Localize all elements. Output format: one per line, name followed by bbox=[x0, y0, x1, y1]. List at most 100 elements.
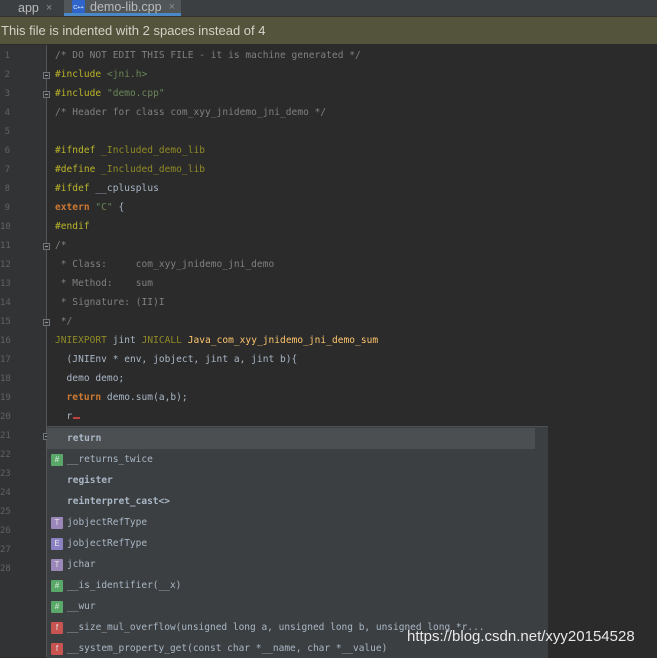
fold-marker-icon[interactable] bbox=[43, 243, 50, 250]
comment-text: */ bbox=[55, 316, 73, 327]
tab-app[interactable]: app × bbox=[0, 0, 58, 16]
statement: demo demo; bbox=[55, 373, 125, 384]
brace: { bbox=[112, 202, 125, 213]
code-line-16: JNIEXPORT jint JNICALL Java_com_xyy_jnid… bbox=[55, 335, 378, 346]
completion-item[interactable]: # __returns_twice bbox=[47, 449, 535, 470]
completion-item[interactable]: return bbox=[47, 428, 535, 449]
completion-item[interactable]: EjobjectRefType bbox=[47, 533, 535, 554]
fold-marker-icon[interactable] bbox=[43, 72, 50, 79]
line-number: 24 bbox=[0, 488, 11, 498]
line-number: 23 bbox=[0, 469, 11, 479]
code-line-15: */ bbox=[55, 316, 72, 327]
keyword-icon bbox=[51, 496, 63, 508]
completion-label: jchar bbox=[67, 559, 96, 570]
cpp-file-icon: C++ bbox=[72, 0, 85, 13]
fold-marker-icon[interactable] bbox=[43, 319, 50, 326]
fold-marker-icon[interactable] bbox=[43, 91, 50, 98]
watermark-text: https://blog.csdn.net/xyy20154528 bbox=[407, 628, 635, 645]
code-line-4: /* Header for class com_xyy_jnidemo_jni_… bbox=[55, 107, 326, 118]
line-number: 7 bbox=[4, 165, 10, 175]
macro-icon: # bbox=[51, 579, 63, 592]
code-completion-popup[interactable]: return # __returns_twice register reinter… bbox=[47, 426, 548, 658]
line-number: 25 bbox=[0, 507, 11, 517]
line-number: 22 bbox=[0, 450, 11, 460]
keyword: extern bbox=[55, 202, 96, 213]
statement: demo.sum(a,b); bbox=[101, 392, 188, 403]
tab-demo-lib-cpp[interactable]: C++ demo-lib.cpp × bbox=[64, 0, 182, 16]
macro-name: JNIEXPORT bbox=[55, 335, 107, 346]
include-path: "demo.cpp" bbox=[106, 88, 165, 99]
keyword: return bbox=[55, 392, 102, 403]
line-number: 20 bbox=[0, 412, 11, 422]
function-icon: f bbox=[51, 621, 63, 634]
directive: #include bbox=[55, 69, 107, 80]
completion-item[interactable]: # __wur bbox=[47, 596, 535, 617]
completion-item[interactable]: register bbox=[47, 470, 535, 491]
completion-item[interactable]: Tjchar bbox=[47, 554, 535, 575]
line-number: 5 bbox=[4, 127, 10, 137]
type-name: jint bbox=[106, 335, 142, 346]
completion-item[interactable]: reinterpret_cast<> bbox=[47, 491, 535, 512]
code-line-14: * Signature: (II)I bbox=[55, 297, 165, 308]
code-line-6: #ifndef _Included_demo_lib bbox=[55, 145, 205, 156]
macro-icon: # bbox=[51, 453, 63, 466]
completion-label: return bbox=[67, 433, 102, 444]
close-icon[interactable]: × bbox=[169, 1, 175, 13]
parameter-list: (JNIEnv * env, jobject, jint a, jint b){ bbox=[55, 354, 298, 365]
typedef-icon: T bbox=[51, 558, 63, 571]
completion-item[interactable]: # __is_identifier(__x) bbox=[47, 575, 535, 596]
code-line-20: r bbox=[55, 411, 81, 422]
line-number: 14 bbox=[0, 298, 11, 308]
code-line-10: #endif bbox=[55, 221, 90, 232]
keyword-icon bbox=[51, 475, 63, 487]
typed-text: r bbox=[55, 411, 73, 422]
include-path: <jni.h> bbox=[106, 69, 148, 80]
string-literal: "C" bbox=[95, 202, 113, 213]
keyword-icon bbox=[51, 433, 63, 445]
directive: #endif bbox=[55, 221, 90, 232]
tab-app-label: app bbox=[18, 1, 39, 15]
directive: #ifndef bbox=[55, 145, 102, 156]
completion-label: register bbox=[67, 475, 113, 486]
directive: #ifdef bbox=[55, 183, 96, 194]
line-number: 11 bbox=[0, 241, 11, 251]
directive: #define bbox=[55, 164, 102, 175]
line-number: 15 bbox=[0, 317, 11, 327]
code-line-12: * Class: com_xyy_jnidemo_jni_demo bbox=[55, 259, 274, 270]
tab-demo-lib-label: demo-lib.cpp bbox=[90, 0, 162, 14]
code-line-7: #define _Included_demo_lib bbox=[55, 164, 205, 175]
line-number: 13 bbox=[0, 279, 11, 289]
line-number: 6 bbox=[4, 146, 10, 156]
code-line-19: return demo.sum(a,b); bbox=[55, 392, 188, 403]
completion-label: __system_property_get(const char *__name… bbox=[67, 643, 388, 654]
comment-text: /* DO NOT EDIT THIS FILE - it is machine… bbox=[55, 50, 361, 61]
indentation-notice-banner: This file is indented with 2 spaces inst… bbox=[0, 17, 657, 44]
macro-icon: # bbox=[51, 600, 63, 613]
completion-label: jobjectRefType bbox=[67, 538, 148, 549]
function-icon: f bbox=[51, 642, 63, 655]
completion-item[interactable]: TjobjectRefType bbox=[47, 512, 535, 533]
comment-text: * Method: sum bbox=[55, 278, 154, 289]
comment-text: * Class: com_xyy_jnidemo_jni_demo bbox=[55, 259, 275, 270]
typedef-icon: T bbox=[51, 516, 63, 529]
code-line-1: /* DO NOT EDIT THIS FILE - it is machine… bbox=[55, 50, 361, 61]
line-number: 17 bbox=[0, 355, 11, 365]
comment-text: /* bbox=[55, 240, 67, 251]
code-line-9: extern "C" { bbox=[55, 202, 124, 213]
code-line-2: #include <jni.h> bbox=[55, 69, 147, 80]
completion-label: reinterpret_cast<> bbox=[67, 496, 170, 507]
svg-text:C++: C++ bbox=[73, 5, 83, 11]
macro-name: _Included_demo_lib bbox=[101, 145, 206, 156]
macro-name: JNICALL bbox=[141, 335, 182, 346]
code-line-8: #ifdef __cplusplus bbox=[55, 183, 159, 194]
code-line-3: #include "demo.cpp" bbox=[55, 88, 165, 99]
completion-label: __returns_twice bbox=[67, 454, 153, 465]
line-number: 26 bbox=[0, 526, 11, 536]
completion-label: __is_identifier(__x) bbox=[67, 580, 182, 591]
close-icon[interactable]: × bbox=[46, 2, 52, 14]
line-number: 2 bbox=[4, 70, 10, 80]
line-number: 16 bbox=[0, 336, 11, 346]
line-number: 27 bbox=[0, 545, 11, 555]
line-number: 28 bbox=[0, 564, 11, 574]
line-number: 3 bbox=[4, 89, 10, 99]
